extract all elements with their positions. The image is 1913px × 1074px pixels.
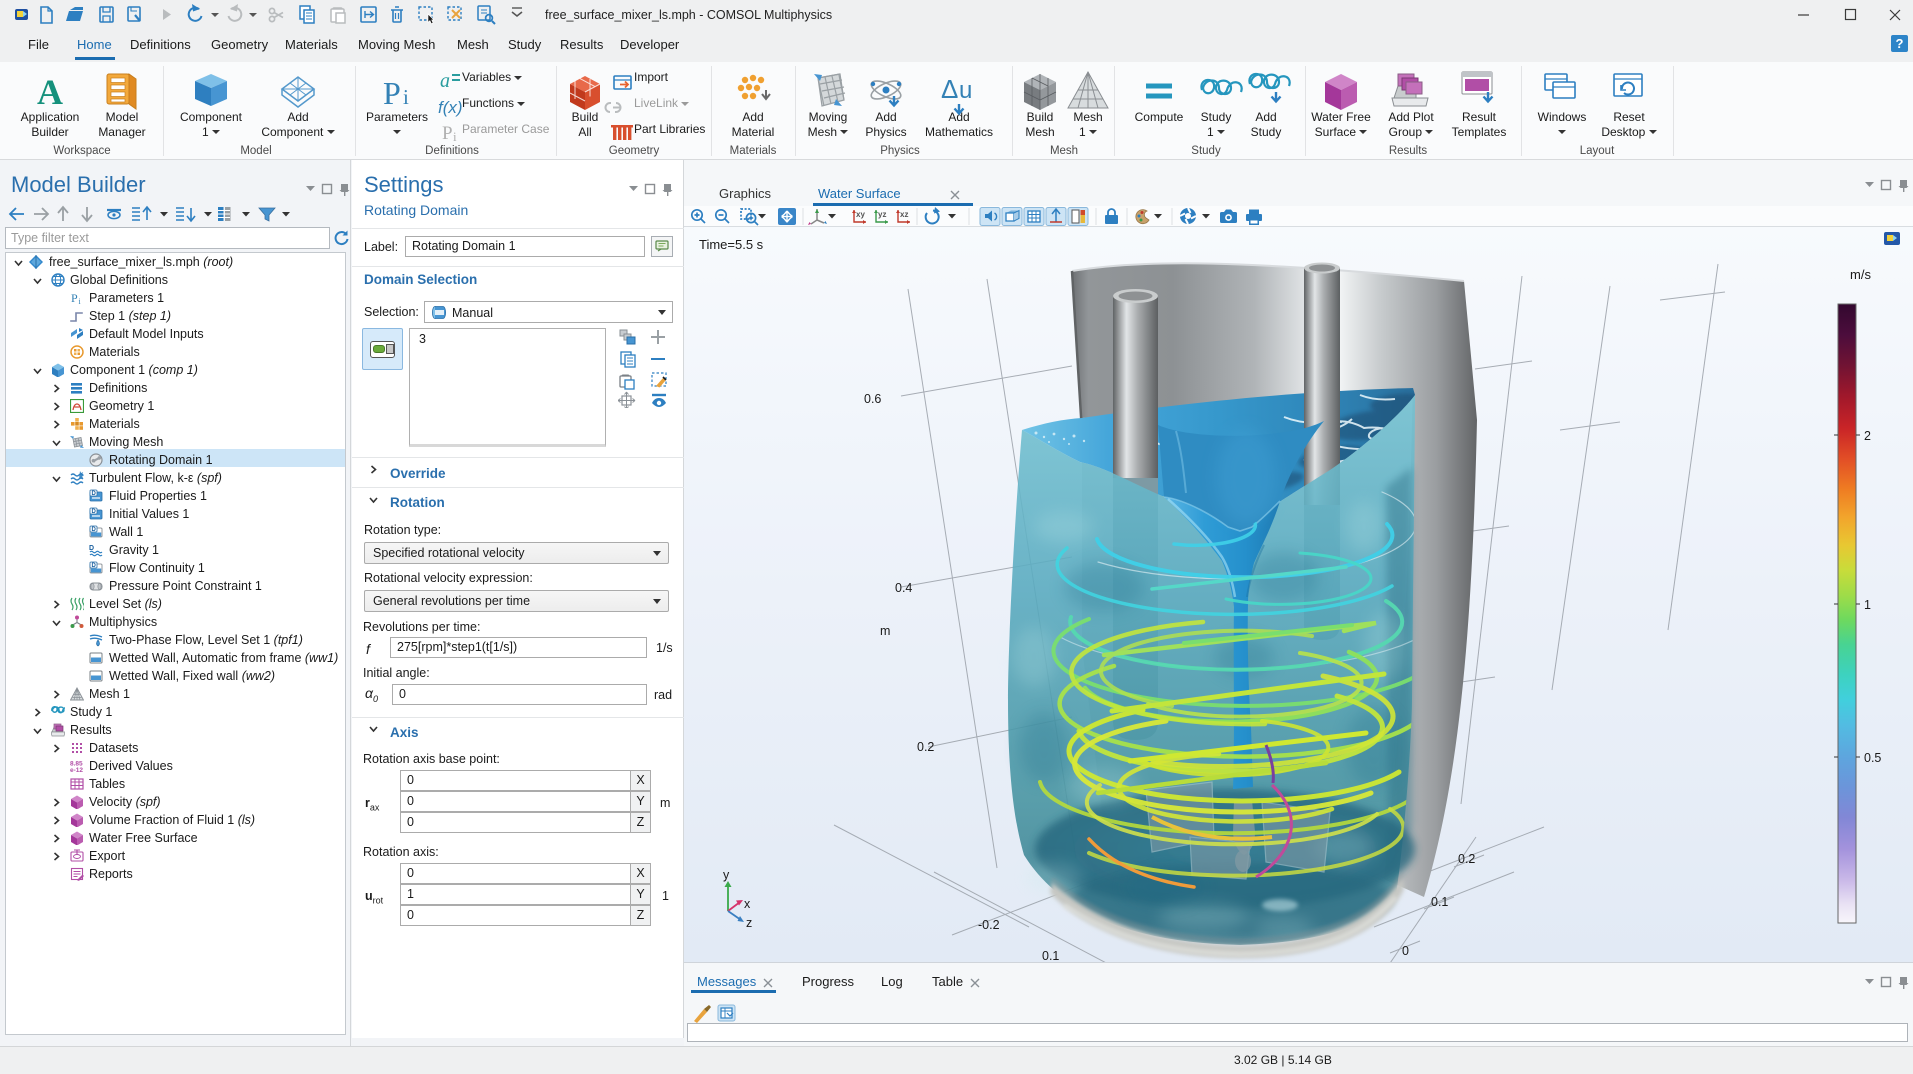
svg-text:2: 2 [1864,429,1871,443]
svg-text:f(x): f(x) [438,98,463,117]
svg-text:0.1: 0.1 [1431,895,1448,909]
svg-text:0.2: 0.2 [1458,852,1475,866]
svg-text:Time=5.5 s: Time=5.5 s [699,237,764,252]
svg-text:y: y [723,868,730,882]
svg-text:i: i [403,85,409,109]
svg-text:u: u [959,77,972,104]
svg-text:0.2: 0.2 [917,740,934,754]
svg-text:-0.2: -0.2 [978,918,1000,932]
svg-text:m: m [880,624,890,638]
svg-text:free_surface_mixer_ls.mph - CO: free_surface_mixer_ls.mph - COMSOL Multi… [545,8,832,22]
svg-text:0.6: 0.6 [864,392,881,406]
svg-text:P: P [442,123,453,144]
svg-text:0.5: 0.5 [1864,751,1881,765]
svg-text:xy: xy [856,210,865,219]
svg-text:P: P [383,75,401,111]
svg-text:1: 1 [1864,598,1871,612]
svg-text:yz: yz [878,210,886,219]
svg-text:m/s: m/s [1850,267,1871,282]
svg-text:a: a [440,70,450,92]
svg-text:i: i [453,129,457,144]
svg-text:x: x [744,897,751,911]
svg-text:0.1: 0.1 [1042,949,1059,962]
svg-text:Δ: Δ [941,74,958,104]
svg-text:z: z [746,916,752,930]
svg-text:xz: xz [900,210,908,219]
svg-text:0.4: 0.4 [895,581,912,595]
svg-text:A: A [37,72,63,112]
svg-text:0: 0 [1402,944,1409,958]
